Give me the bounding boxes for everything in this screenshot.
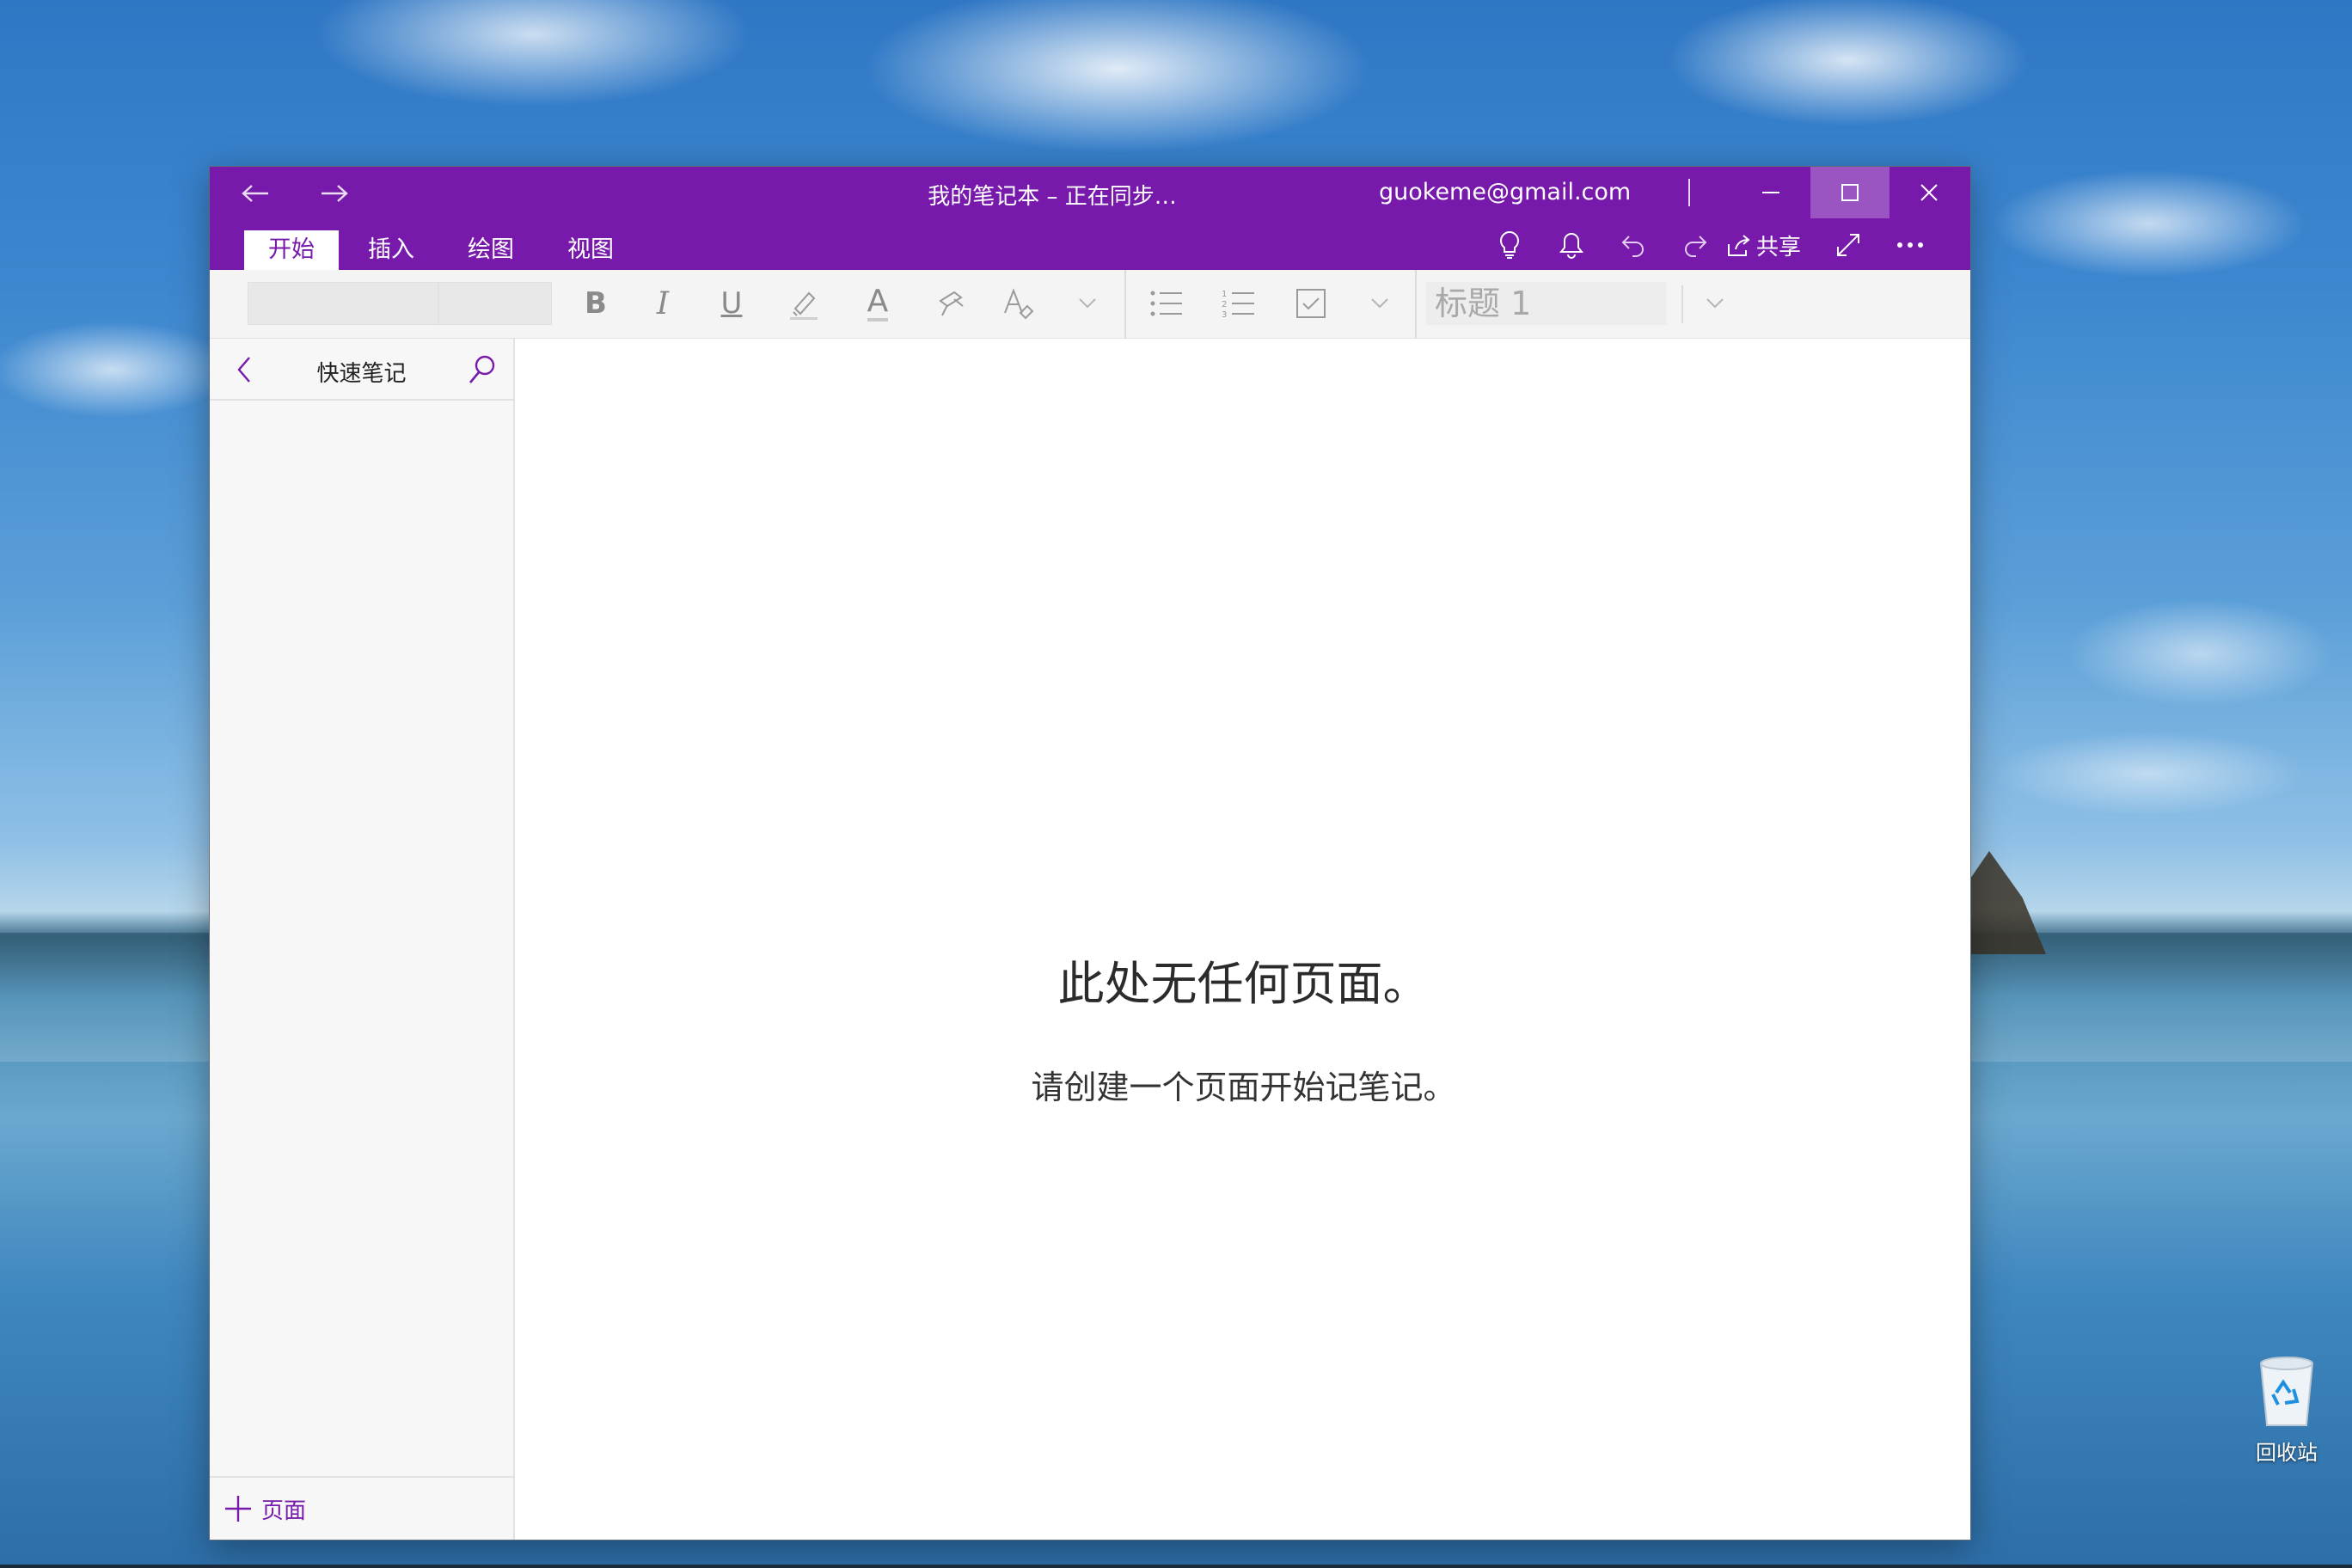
back-button[interactable] [225,174,285,213]
tab-insert[interactable]: 插入 [344,230,438,270]
account-email[interactable]: guokeme@gmail.com [1379,179,1631,205]
italic-button[interactable]: I [636,282,689,325]
section-header: 快速笔记 [210,339,513,401]
share-label: 共享 [1755,234,1801,260]
font-color-button[interactable]: A [851,282,904,325]
notifications-button[interactable] [1546,225,1597,265]
minimize-icon [1762,192,1779,193]
toolbar-divider [1681,285,1683,323]
numbered-list-icon: 123 [1222,290,1254,319]
italic-icon: I [656,285,670,322]
font-name-box[interactable] [248,282,438,325]
tab-view[interactable]: 视图 [543,230,638,270]
minimize-button[interactable] [1731,167,1810,218]
bullet-list-icon [1150,291,1182,316]
close-icon [1920,184,1938,201]
title-bar: 我的笔记本 – 正在同步… guokeme@gmail.com [210,167,1970,218]
toolbar-divider [1124,270,1126,339]
text-format-dropdown[interactable] [1061,282,1114,325]
search-icon [469,355,495,383]
add-page-button[interactable]: 页面 [210,1476,513,1540]
redo-button[interactable] [1669,225,1721,265]
font-color-icon: A [867,285,889,322]
ribbon-tab-bar: 开始 插入 绘图 视图 共享 [210,218,1970,270]
numbered-list-button[interactable]: 123 [1212,282,1265,325]
underline-icon: U [720,286,743,321]
style-dropdown[interactable] [1688,282,1742,325]
more-options-button[interactable] [1884,225,1936,265]
more-icon [1897,242,1923,248]
recycle-bin-icon [2259,1357,2314,1426]
recycle-bin[interactable]: 回收站 [2237,1351,2337,1472]
recycle-bin-label: 回收站 [2256,1441,2318,1465]
todo-tag-button[interactable] [1284,282,1338,325]
svg-text:3: 3 [1222,310,1227,319]
add-page-label: 页面 [261,1498,307,1524]
font-size-box[interactable] [438,282,552,325]
toolbar-divider [1415,270,1417,339]
fullscreen-button[interactable] [1822,225,1874,265]
formatting-toolbar: B I U A 123 标题 1 [210,270,1970,339]
arrow-left-icon [242,185,268,202]
chevron-down-icon [1079,298,1096,309]
bold-button[interactable]: B [569,282,622,325]
close-button[interactable] [1890,167,1969,218]
taskbar-edge [0,1565,2352,1568]
highlight-button[interactable] [777,282,830,325]
lightbulb-icon [1500,230,1519,259]
bell-icon [1559,232,1584,259]
tab-draw[interactable]: 绘图 [444,230,538,270]
tell-me-button[interactable] [1484,225,1535,265]
share-button[interactable]: 共享 [1716,225,1810,265]
format-painter-button[interactable] [925,282,978,325]
tag-dropdown[interactable] [1353,282,1406,325]
maximize-icon [1841,184,1859,201]
chevron-down-icon [1371,298,1388,309]
clear-formatting-button[interactable] [992,282,1045,325]
search-button[interactable] [463,351,501,389]
fullscreen-icon [1837,234,1859,256]
plus-icon [225,1496,251,1522]
underline-button[interactable]: U [705,282,758,325]
chevron-down-icon [1706,298,1724,309]
clear-formatting-icon [1004,288,1034,320]
titlebar-divider [1688,179,1690,206]
empty-state-title: 此处无任何页面。 [1057,957,1430,1011]
share-icon [1727,235,1750,256]
svg-text:1: 1 [1222,290,1227,299]
undo-button[interactable] [1608,225,1659,265]
checkbox-icon [1296,289,1326,318]
page-list-pane: 快速笔记 页面 [210,339,515,1540]
svg-text:2: 2 [1222,300,1227,309]
maximize-button[interactable] [1810,167,1890,218]
paragraph-style-box[interactable]: 标题 1 [1426,282,1667,325]
onenote-window: 我的笔记本 – 正在同步… guokeme@gmail.com 开始 插入 绘图… [210,167,1970,1540]
note-canvas[interactable]: 此处无任何页面。 请创建一个页面开始记笔记。 [517,339,1970,1540]
tab-home[interactable]: 开始 [244,230,339,270]
window-title: 我的笔记本 – 正在同步… [928,184,1177,210]
bullet-list-button[interactable] [1140,282,1193,325]
forward-button[interactable] [304,174,364,213]
empty-state-subtitle: 请创建一个页面开始记笔记。 [1031,1069,1456,1106]
format-painter-icon [939,291,964,316]
bold-icon: B [585,286,607,321]
highlighter-icon [790,291,818,320]
redo-icon [1685,236,1707,257]
arrow-right-icon [322,185,348,202]
undo-icon [1621,236,1644,257]
